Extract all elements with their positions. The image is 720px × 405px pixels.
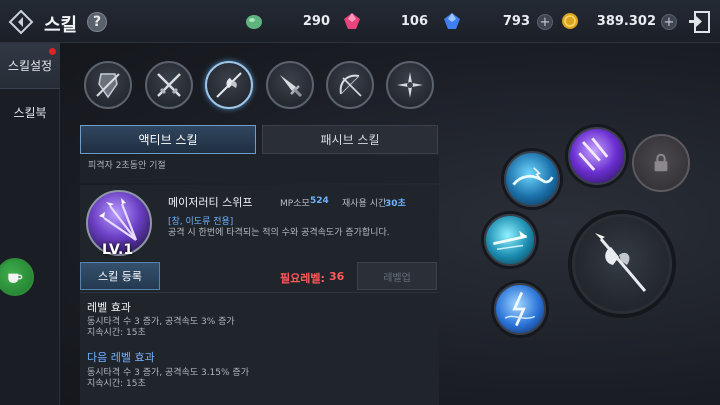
cooldown-label: 재사용 시간 <box>342 199 387 209</box>
lightning-icon <box>504 291 536 327</box>
level-up-button[interactable]: 레벨업 <box>357 262 437 290</box>
gold-coin-icon <box>562 13 578 29</box>
weapon-shuriken[interactable] <box>386 61 434 109</box>
tab-passive-skills[interactable]: 패시브 스킬 <box>262 125 438 154</box>
divider <box>80 292 439 293</box>
register-skill-button[interactable]: 스킬 등록 <box>80 262 160 290</box>
skill-description: 공격 시 한번에 타격되는 적의 수와 공격속도가 증가합니다. <box>168 228 390 238</box>
notification-dot <box>49 48 56 55</box>
sidebar-item-label: 스킬설정 <box>7 59 53 73</box>
help-button[interactable]: ? <box>87 12 107 32</box>
shield-icon <box>96 73 120 99</box>
sidebar: 스킬설정 스킬북 <box>0 43 60 405</box>
gold-count: 389.302 <box>596 13 656 29</box>
dual-swords-icon <box>157 73 181 97</box>
skill-name: 메이저러티 스위프 <box>168 196 253 209</box>
back-diamond-icon <box>8 9 34 35</box>
skill-slot-3[interactable] <box>484 214 536 266</box>
blue-gem-icon <box>444 13 460 29</box>
back-button[interactable] <box>6 8 36 36</box>
bow-icon <box>339 74 362 97</box>
shuriken-icon <box>397 72 423 98</box>
next-level-effect-title: 다음 레벨 효과 <box>87 351 155 364</box>
red-gem-icon <box>344 13 360 29</box>
mp-cost-label: MP소모 <box>280 199 310 209</box>
red-gem-resource <box>342 10 362 32</box>
gold-plus-button[interactable]: + <box>661 14 677 30</box>
weapon-shield[interactable] <box>84 61 132 109</box>
blue-gem-count: 793 <box>502 13 530 29</box>
main-attack-button[interactable] <box>572 214 672 314</box>
sidebar-item-skill-settings[interactable]: 스킬설정 <box>0 43 60 89</box>
exit-icon[interactable] <box>686 10 712 34</box>
level-effect-line: 지속시간: 15초 <box>87 328 146 338</box>
sidebar-item-label: 스킬북 <box>13 105 47 120</box>
blue-gem-resource <box>442 10 462 32</box>
coffee-button[interactable] <box>0 258 34 296</box>
ice-spear-icon <box>493 230 527 250</box>
next-level-effect-line: 지속시간: 15초 <box>87 379 146 389</box>
skill-level: LV.1 <box>102 242 134 258</box>
gold-resource <box>560 10 580 32</box>
sidebar-item-skill-book[interactable]: 스킬북 <box>0 89 60 135</box>
water-wave-icon <box>512 167 554 186</box>
red-gem-count: 106 <box>400 13 428 29</box>
cooldown-value: 30초 <box>385 199 406 209</box>
skill-slot-locked[interactable] <box>632 134 690 192</box>
tab-active-skills[interactable]: 액티브 스킬 <box>80 125 256 154</box>
weapon-dagger[interactable] <box>266 61 314 109</box>
blue-gem-plus-button[interactable]: + <box>537 14 553 30</box>
level-effect-title: 레벨 효과 <box>87 301 131 314</box>
required-level-value: 36 <box>329 270 345 283</box>
mp-cost-value: 524 <box>310 196 329 206</box>
green-gem-resource <box>244 10 264 32</box>
meteor-shower-icon <box>578 137 609 171</box>
previous-skill-snippet: 피격자 2초동안 기절 <box>80 155 439 183</box>
weapon-halberd[interactable] <box>205 61 253 109</box>
skill-slot-2[interactable] <box>568 127 626 185</box>
dagger-icon <box>280 75 303 98</box>
weapon-dual-swords[interactable] <box>145 61 193 109</box>
header-bar: 스킬 ? 290 106 793 + 389.302 + <box>0 0 720 43</box>
halberd-icon <box>216 72 242 98</box>
required-level-label: 필요레벨: <box>280 272 325 285</box>
skill-slot-4[interactable] <box>494 283 546 335</box>
triple-spear-icon <box>99 198 138 241</box>
weapon-bow[interactable] <box>326 61 374 109</box>
skill-slot-1[interactable] <box>504 151 560 207</box>
green-gem-count: 290 <box>302 13 330 29</box>
lock-icon <box>654 153 668 172</box>
coffee-cup-icon <box>8 273 23 283</box>
page-title: 스킬 <box>44 15 78 36</box>
halberd-icon <box>595 233 647 292</box>
green-gem-icon <box>246 15 262 29</box>
